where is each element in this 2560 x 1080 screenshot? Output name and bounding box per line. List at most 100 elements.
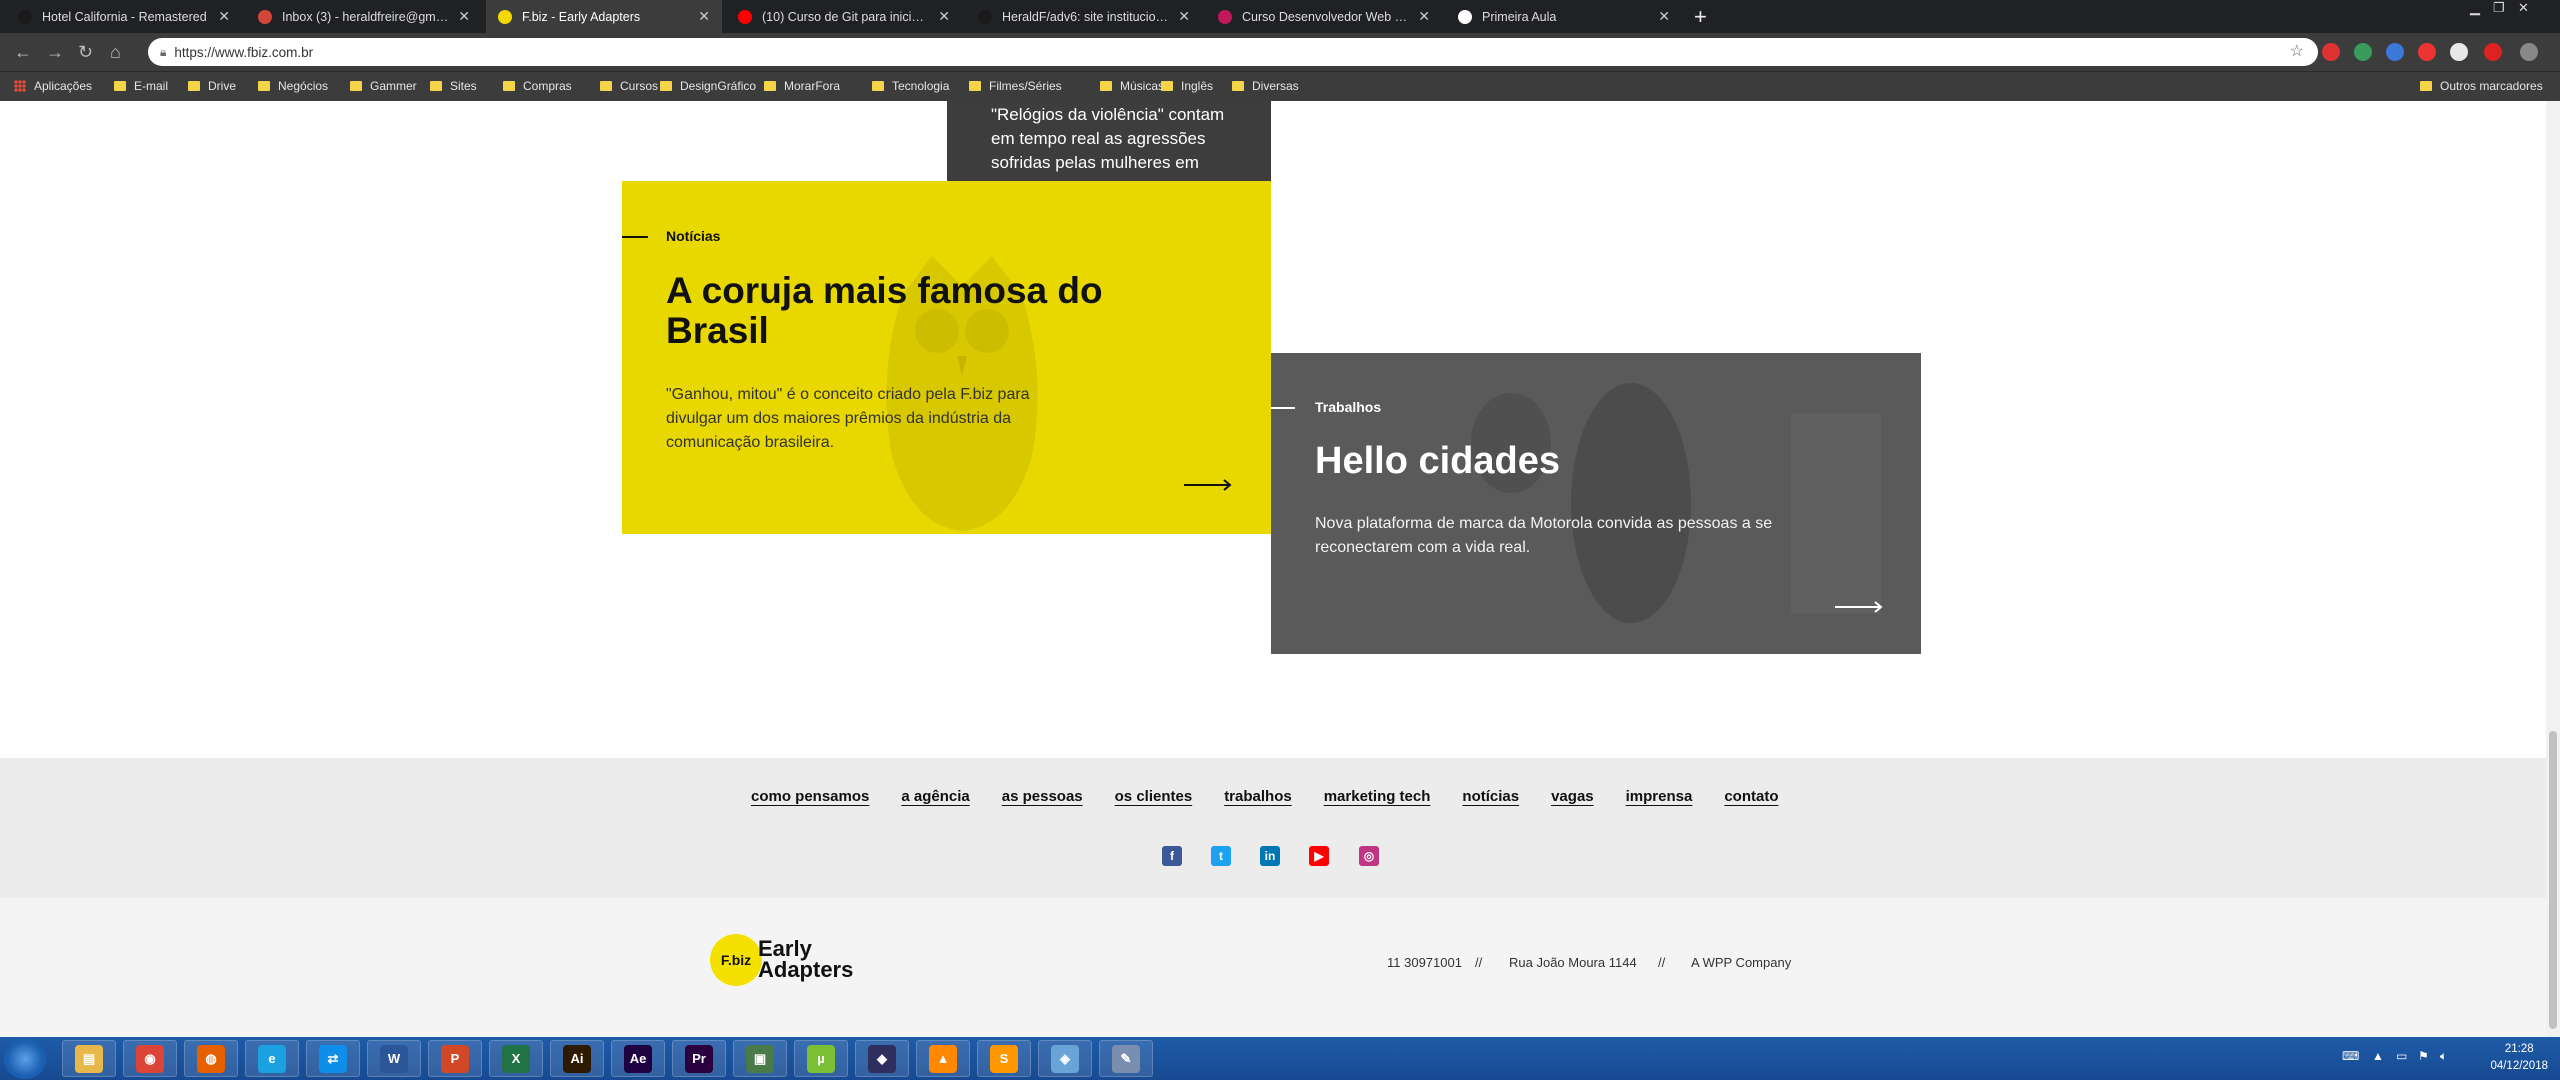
scrollbar-thumb[interactable] [2549,731,2557,1029]
taskbar-app-tool[interactable]: ✎ [1099,1040,1153,1077]
tab-close-icon[interactable]: ✕ [1418,8,1430,25]
flag-icon[interactable]: ⚑ [2418,1049,2429,1063]
bookmark-folder[interactable]: Inglês [1161,79,1213,93]
linkedin-icon[interactable]: in [1260,846,1280,866]
bookmark-apps[interactable]: Aplicações [14,79,92,93]
system-clock[interactable]: 21:28 04/12/2018 [2490,1041,2548,1075]
bookmark-folder[interactable]: DesignGráfico [660,79,756,93]
tab-close-icon[interactable]: ✕ [458,8,470,25]
restore-button[interactable]: ❐ [2493,0,2505,16]
bookmark-folder[interactable]: MorarFora [764,79,840,93]
start-button[interactable] [4,1039,46,1079]
reload-icon[interactable]: ↻ [78,42,93,63]
instagram-icon[interactable]: ◎ [1359,846,1379,866]
taskbar-app-paint3d[interactable]: ◈ [1038,1040,1092,1077]
taskbar-app-powerpoint[interactable]: P [428,1040,482,1077]
footer-link[interactable]: contato [1724,788,1778,805]
taskbar-app-word[interactable]: W [367,1040,421,1077]
taskbar-app-excel[interactable]: X [489,1040,543,1077]
arrow-right-icon[interactable] [1835,601,1883,613]
bookmark-folder[interactable]: Cursos [600,79,658,93]
footer-link[interactable]: trabalhos [1224,788,1292,805]
forward-icon[interactable]: → [46,42,64,63]
home-icon[interactable]: ⌂ [110,42,121,63]
youtube-icon[interactable]: ▶ [1309,846,1329,866]
taskbar-app-utorrent[interactable]: µ [794,1040,848,1077]
taskbar-app-sublime[interactable]: S [977,1040,1031,1077]
tray-expand-icon[interactable]: ▲ [2372,1049,2384,1063]
bookmark-folder[interactable]: E-mail [114,79,168,93]
browser-tab[interactable]: Hotel California - Remastered ✕ [6,0,242,33]
browser-tab[interactable]: HeraldF/adv6: site institucional A ✕ [966,0,1202,33]
close-window-button[interactable]: ✕ [2518,0,2529,16]
tab-close-icon[interactable]: ✕ [218,8,230,25]
keyboard-icon[interactable]: ⌨ [2342,1049,2359,1063]
extension-icon[interactable] [2354,43,2372,61]
taskbar-app-aftereffects[interactable]: Ae [611,1040,665,1077]
url-field[interactable]: 🔒︎ https://www.fbiz.com.br ☆ [148,38,2318,66]
new-tab-button[interactable]: + [1694,4,1707,30]
browser-tab[interactable]: F.biz - Early Adapters ✕ [486,0,722,33]
browser-tab[interactable]: Curso Desenvolvedor Web Comp ✕ [1206,0,1442,33]
bookmark-folder[interactable]: Diversas [1232,79,1299,93]
bookmark-folder[interactable]: Negócios [258,79,328,93]
extension-icon[interactable] [2386,43,2404,61]
work-card-hello-cidades[interactable]: Trabalhos Hello cidades Nova plataforma … [1271,353,1921,654]
taskbar-app-vs[interactable]: ◆ [855,1040,909,1077]
bookmark-star-icon[interactable]: ☆ [2290,41,2304,61]
address: Rua João Moura 1144 [1509,955,1637,970]
extension-icon[interactable] [2484,43,2502,61]
taskbar-app-device[interactable]: ▣ [733,1040,787,1077]
news-card-owl[interactable]: Notícias A coruja mais famosa do Brasil … [622,181,1271,534]
facebook-icon[interactable]: f [1162,846,1182,866]
card-title[interactable]: A coruja mais famosa do Brasil [666,271,1186,351]
other-bookmarks[interactable]: Outros marcadores [2420,79,2543,93]
tab-close-icon[interactable]: ✕ [1178,8,1190,25]
footer-link[interactable]: como pensamos [751,788,869,805]
bookmark-folder[interactable]: Sites [430,79,477,93]
bookmark-folder[interactable]: Compras [503,79,572,93]
footer-link[interactable]: os clientes [1115,788,1193,805]
footer-link[interactable]: imprensa [1626,788,1693,805]
tab-close-icon[interactable]: ✕ [698,8,710,25]
volume-icon[interactable]: 🔈︎ [2440,1049,2447,1064]
footer-link[interactable]: notícias [1462,788,1519,805]
address-bar-row: ← → ↻ ⌂ 🔒︎ https://www.fbiz.com.br ☆ [0,33,2560,71]
bookmark-folder[interactable]: Drive [188,79,236,93]
back-icon[interactable]: ← [14,42,32,63]
taskbar-app-premiere[interactable]: Pr [672,1040,726,1077]
browser-tab[interactable]: Primeira Aula ✕ [1446,0,1682,33]
minimize-button[interactable]: ▁ [2470,0,2480,16]
taskbar-app-explorer[interactable]: ▤ [62,1040,116,1077]
tab-close-icon[interactable]: ✕ [938,8,950,25]
browser-tab[interactable]: (10) Curso de Git para iniciantes ✕ [726,0,962,33]
news-card-partial[interactable]: "Relógios da violência" contam em tempo … [947,101,1271,181]
bookmark-folder[interactable]: Filmes/Séries [969,79,1062,93]
taskbar-app-vlc[interactable]: ▲ [916,1040,970,1077]
extension-icon[interactable] [2418,43,2436,61]
extension-icon[interactable] [2450,43,2468,61]
footer-link[interactable]: vagas [1551,788,1594,805]
arrow-right-icon[interactable] [1184,479,1232,491]
footer-link[interactable]: marketing tech [1324,788,1431,805]
footer-link[interactable]: as pessoas [1002,788,1083,805]
tab-close-icon[interactable]: ✕ [1658,8,1670,25]
bookmark-folder[interactable]: Músicas [1100,79,1164,93]
card-category: Notícias [666,228,721,244]
twitter-icon[interactable]: t [1211,846,1231,866]
taskbar-app-teamviewer[interactable]: ⇄ [306,1040,360,1077]
fbiz-logo[interactable]: F.biz [710,934,762,986]
taskbar-app-ie[interactable]: e [245,1040,299,1077]
profile-avatar[interactable] [2520,43,2538,61]
taskbar-app-firefox[interactable]: ◍ [184,1040,238,1077]
taskbar-app-chrome[interactable]: ◉ [123,1040,177,1077]
card-title[interactable]: Hello cidades [1315,441,1875,481]
browser-tab[interactable]: Inbox (3) - heraldfreire@gmail.com ✕ [246,0,482,33]
footer-link[interactable]: a agência [901,788,969,805]
page-scrollbar[interactable] [2546,101,2560,1037]
bookmark-folder[interactable]: Gammer [350,79,417,93]
network-icon[interactable]: ▭ [2396,1049,2407,1063]
taskbar-app-illustrator[interactable]: Ai [550,1040,604,1077]
bookmark-folder[interactable]: Tecnologia [872,79,949,93]
extension-icon[interactable] [2322,43,2340,61]
